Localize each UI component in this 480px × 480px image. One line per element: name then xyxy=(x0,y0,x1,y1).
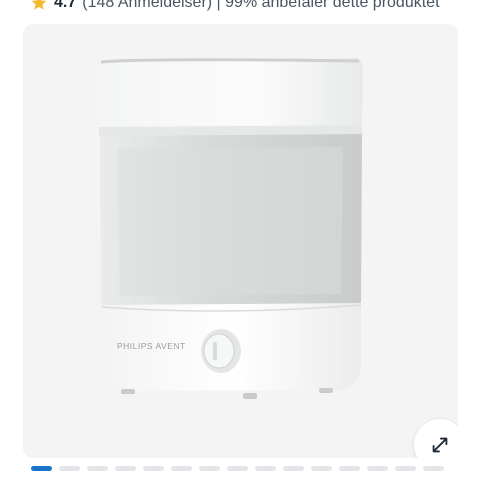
gallery-dot[interactable] xyxy=(227,466,248,471)
gallery-dot[interactable] xyxy=(395,466,416,471)
gallery-dot[interactable] xyxy=(115,466,136,471)
gallery-pagination[interactable] xyxy=(31,466,444,471)
gallery-dot[interactable] xyxy=(367,466,388,471)
gallery-dot[interactable] xyxy=(255,466,276,471)
gallery-dot[interactable] xyxy=(59,466,80,471)
gallery-dot[interactable] xyxy=(423,466,444,471)
rating-value: 4.7 xyxy=(54,0,77,11)
gallery-dot[interactable] xyxy=(171,466,192,471)
gallery-dot[interactable] xyxy=(283,466,304,471)
brand-label: PHILIPS AVENT xyxy=(117,341,186,351)
product-image-gallery[interactable]: PHILIPS AVENT xyxy=(23,24,458,458)
gallery-dot[interactable] xyxy=(87,466,108,471)
product-image: PHILIPS AVENT xyxy=(98,58,363,399)
gallery-dot[interactable] xyxy=(311,466,332,471)
gallery-dot[interactable] xyxy=(199,466,220,471)
gallery-dot[interactable] xyxy=(143,466,164,471)
rating-review-text: (148 Anmeldelser) | 99% anbefaler dette … xyxy=(82,0,440,11)
star-icon xyxy=(30,0,48,12)
gallery-dot[interactable] xyxy=(339,466,360,471)
rating-summary[interactable]: 4.7 (148 Anmeldelser) | 99% anbefaler de… xyxy=(30,0,440,14)
gallery-dot[interactable] xyxy=(31,466,52,471)
expand-icon xyxy=(432,437,448,453)
